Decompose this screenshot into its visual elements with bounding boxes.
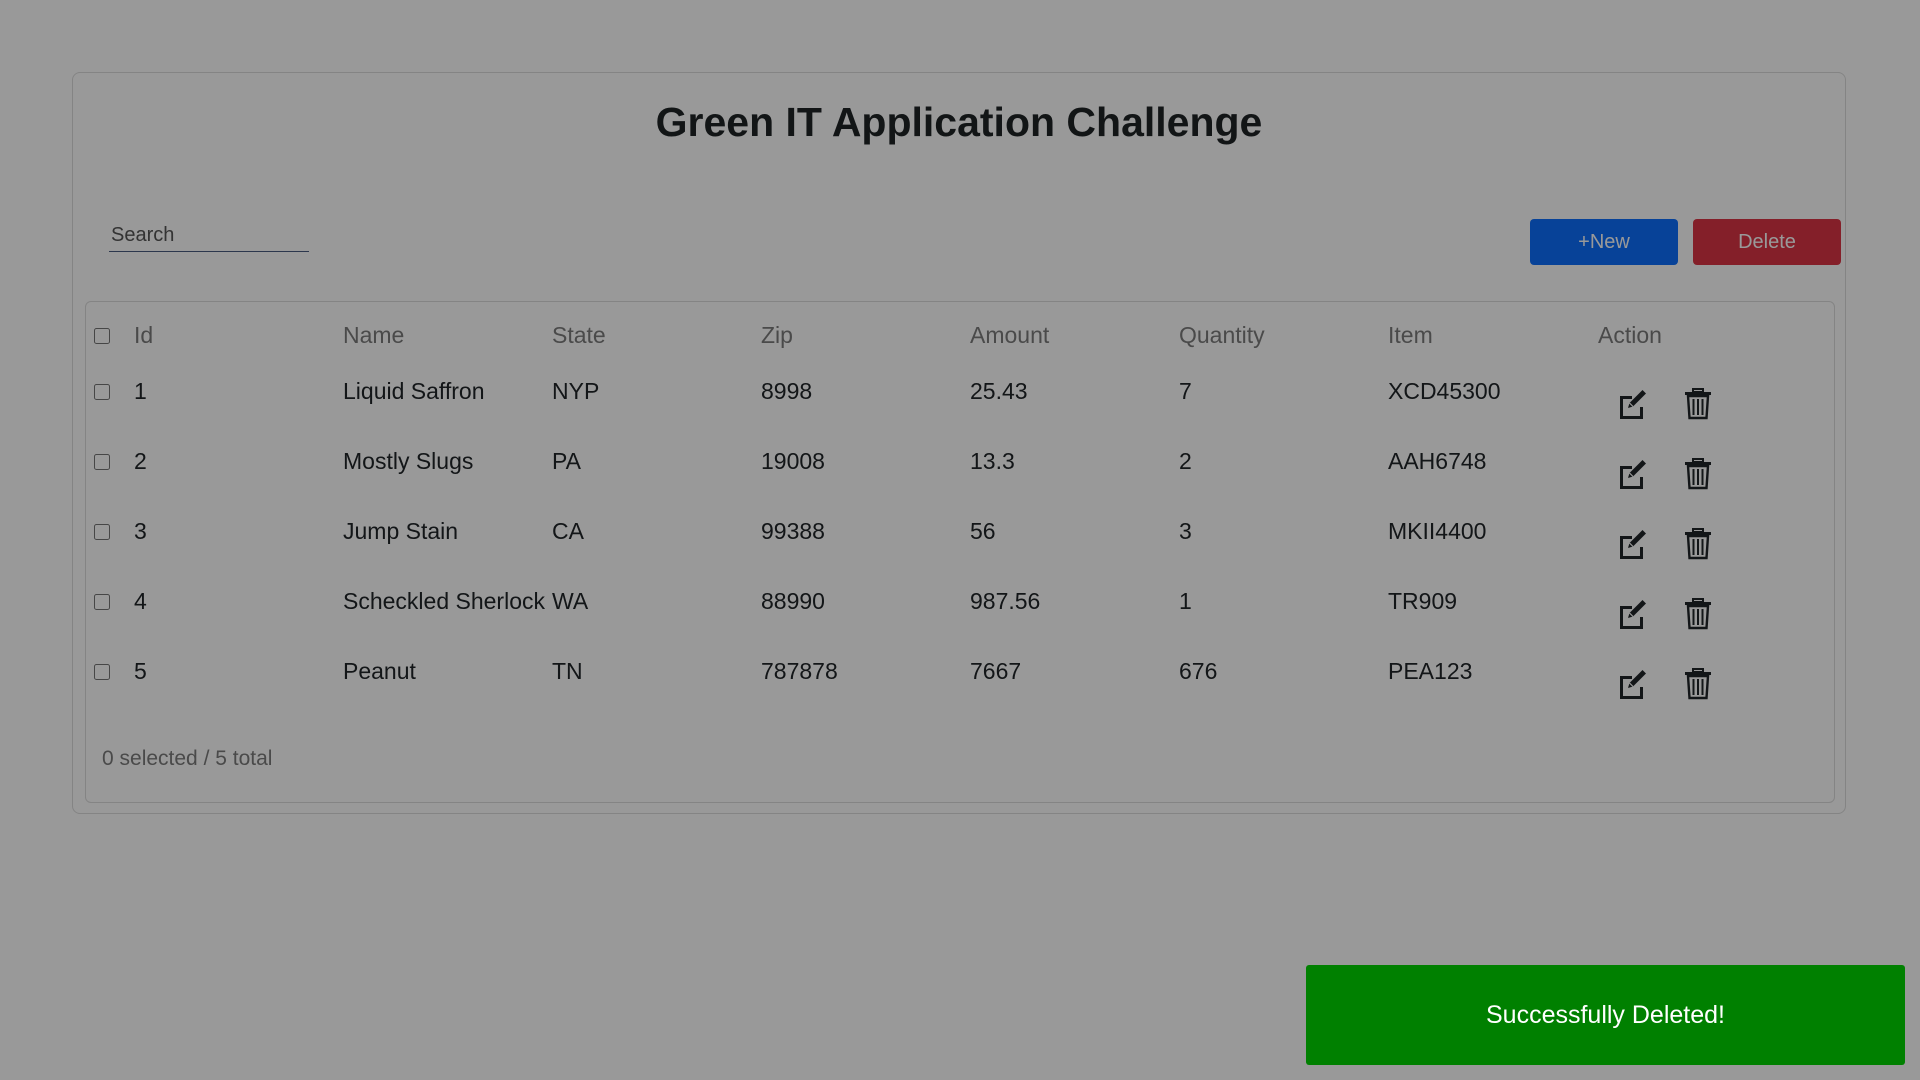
toast-message: Successfully Deleted! [1485,1000,1725,1029]
page: Green IT Application Challenge +New Dele… [0,0,1920,1080]
modal-backdrop[interactable] [0,0,1920,1080]
toast-notification: Successfully Deleted! [1306,965,1905,1065]
